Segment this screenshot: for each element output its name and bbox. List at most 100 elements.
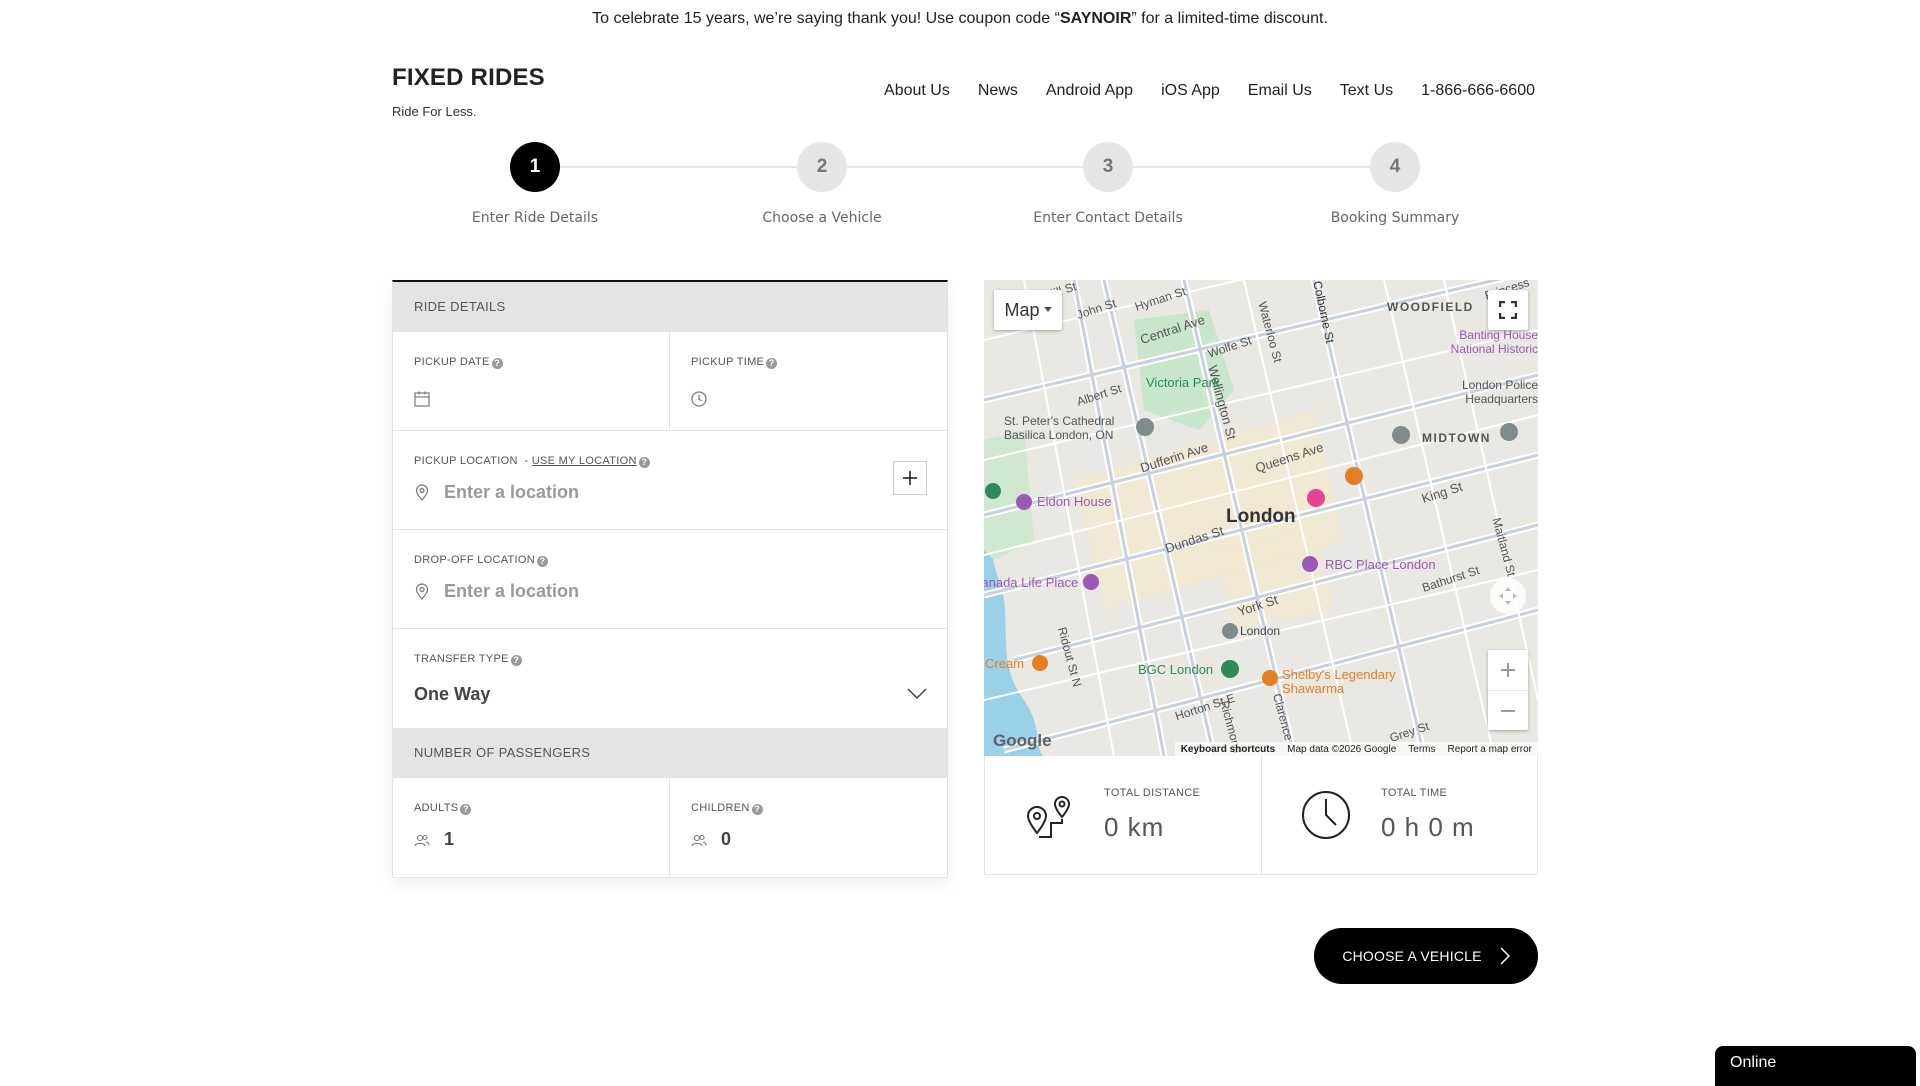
pickup-date-label: PICKUP DATE?	[414, 356, 503, 369]
caret-down-icon	[1043, 307, 1052, 312]
dropoff-location-input[interactable]: Enter a location	[444, 581, 579, 602]
help-icon[interactable]: ?	[537, 556, 549, 567]
brand-logo[interactable]: FIXED RIDES	[392, 64, 545, 92]
report-map-error-link[interactable]: Report a map error	[1448, 744, 1532, 755]
poi-st-peters[interactable]: St. Peter's Cathedral Basilica London, O…	[1004, 414, 1134, 442]
nav-news[interactable]: News	[978, 82, 1018, 100]
pickup-date-field[interactable]: PICKUP DATE?	[393, 332, 670, 431]
users-icon	[691, 834, 707, 847]
chevron-down-icon[interactable]	[907, 687, 927, 701]
poi-victoria-park[interactable]: Victoria Park	[1146, 375, 1219, 390]
pickup-location-input[interactable]: Enter a location	[444, 482, 579, 503]
map-footer: Keyboard shortcuts Map data ©2026 Google…	[1174, 742, 1538, 756]
nav-ios-app[interactable]: iOS App	[1161, 82, 1220, 100]
nav-android-app[interactable]: Android App	[1046, 82, 1133, 100]
zoom-out-button[interactable]	[1488, 691, 1528, 731]
adults-field[interactable]: ADULTS? 1	[393, 778, 670, 876]
step-3-label: Enter Contact Details	[1033, 210, 1183, 226]
announcement-prefix: To celebrate 15 years, we’re saying than…	[592, 10, 1060, 27]
users-icon	[414, 834, 430, 847]
poi-shelbys-shawarma[interactable]: Shelby's Legendary Shawarma	[1282, 668, 1412, 696]
step-1-number: 1	[510, 142, 560, 192]
help-icon[interactable]: ?	[460, 804, 472, 815]
nav-text-us[interactable]: Text Us	[1340, 82, 1393, 100]
poi-bgc-london[interactable]: BGC London	[1138, 662, 1213, 677]
step-1-label: Enter Ride Details	[471, 210, 599, 226]
chevron-right-icon	[1500, 947, 1510, 965]
children-field[interactable]: CHILDREN? 0	[670, 778, 947, 876]
choose-vehicle-label: CHOOSE A VEHICLE	[1342, 948, 1482, 964]
announcement-suffix: ” for a limited-time discount.	[1131, 10, 1328, 27]
total-distance-label: TOTAL DISTANCE	[1104, 787, 1201, 799]
poi-cream[interactable]: Cream	[985, 656, 1024, 671]
terms-link[interactable]: Terms	[1408, 744, 1435, 755]
step-3-number: 3	[1083, 142, 1133, 192]
district-label: WOODFIELD	[1387, 300, 1474, 314]
location-pin-icon	[415, 484, 429, 501]
step-4-label: Booking Summary	[1330, 210, 1460, 226]
total-time-box: TOTAL TIME 0 h 0 m	[1262, 756, 1539, 875]
route-map[interactable]: Mill St John St Hyman St Central Ave Wol…	[984, 280, 1538, 756]
chat-status: Online	[1730, 1054, 1777, 1071]
poi-eldon-house[interactable]: Eldon House	[1037, 494, 1111, 509]
poi-canada-life-place[interactable]: Canada Life Place	[984, 575, 1078, 590]
help-icon[interactable]: ?	[510, 655, 522, 666]
total-distance-box: TOTAL DISTANCE 0 km	[985, 756, 1262, 875]
pickup-location-field: PICKUP LOCATION - USE MY LOCATION? Enter…	[393, 431, 947, 530]
help-icon[interactable]: ?	[491, 358, 503, 369]
live-chat-widget[interactable]: Online	[1715, 1046, 1916, 1086]
children-value: 0	[721, 829, 732, 849]
map-type-button[interactable]: Map	[994, 290, 1062, 330]
google-logo: Google	[993, 731, 1052, 750]
top-nav: About Us News Android App iOS App Email …	[884, 82, 1535, 100]
map-type-label: Map	[1004, 299, 1040, 320]
plus-icon	[1501, 663, 1515, 677]
add-stop-button[interactable]	[893, 461, 927, 495]
step-2-number: 2	[797, 142, 847, 192]
transfer-type-value: One Way	[414, 684, 491, 704]
poi-police-hq[interactable]: London Police Headquarters	[1444, 378, 1538, 406]
help-icon[interactable]: ?	[638, 457, 650, 468]
ride-details-form: RIDE DETAILS PICKUP DATE? PICKUP TIME? P…	[392, 280, 948, 878]
zoom-controls	[1488, 650, 1528, 730]
poi-rbc-place[interactable]: RBC Place London	[1325, 557, 1436, 572]
nav-phone-number[interactable]: 1-866-666-6600	[1421, 82, 1535, 100]
poi-banting-house[interactable]: Banting House National Historic	[1428, 328, 1538, 356]
zoom-in-button[interactable]	[1488, 650, 1528, 691]
nav-email-us[interactable]: Email Us	[1248, 82, 1312, 100]
calendar-icon	[414, 391, 430, 407]
district-label: MIDTOWN	[1422, 431, 1491, 445]
city-label: London	[1226, 506, 1296, 527]
transfer-type-label: TRANSFER TYPE?	[414, 653, 522, 666]
adults-label: ADULTS?	[414, 802, 472, 815]
pickup-location-label: PICKUP LOCATION - USE MY LOCATION?	[414, 455, 650, 468]
choose-vehicle-button[interactable]: CHOOSE A VEHICLE	[1314, 928, 1538, 984]
help-icon[interactable]: ?	[766, 358, 778, 369]
map-data-attribution: Map data ©2026 Google	[1287, 743, 1397, 755]
use-my-location-link[interactable]: USE MY LOCATION	[532, 455, 637, 467]
ride-details-header: RIDE DETAILS	[393, 282, 947, 332]
adults-value: 1	[444, 829, 455, 849]
total-distance-value: 0 km	[1104, 812, 1165, 842]
keyboard-shortcuts-link[interactable]: Keyboard shortcuts	[1181, 744, 1275, 755]
children-label: CHILDREN?	[691, 802, 763, 815]
plus-icon	[903, 471, 917, 485]
step-2: 2 Choose a Vehicle	[762, 142, 922, 226]
step-3: 3 Enter Contact Details	[1033, 142, 1208, 226]
location-pin-icon	[415, 583, 429, 600]
passengers-header: NUMBER OF PASSENGERS	[393, 728, 947, 778]
nav-about-us[interactable]: About Us	[884, 82, 950, 100]
help-icon[interactable]: ?	[751, 804, 763, 815]
move-icon	[1499, 587, 1517, 605]
trip-stats: TOTAL DISTANCE 0 km TOTAL TIME 0 h 0 m	[984, 756, 1538, 875]
step-4-number: 4	[1370, 142, 1420, 192]
map-pan-control[interactable]	[1490, 578, 1526, 614]
transfer-type-select[interactable]: TRANSFER TYPE? One Way	[393, 629, 947, 728]
step-1: 1 Enter Ride Details	[472, 142, 635, 226]
pickup-time-field[interactable]: PICKUP TIME?	[670, 332, 947, 431]
coupon-code: SAYNOIR	[1059, 10, 1132, 27]
total-time-value: 0 h 0 m	[1381, 812, 1475, 842]
poi-london-station[interactable]: London	[1240, 624, 1280, 638]
fullscreen-button[interactable]	[1488, 290, 1528, 330]
clock-icon	[1302, 791, 1350, 839]
